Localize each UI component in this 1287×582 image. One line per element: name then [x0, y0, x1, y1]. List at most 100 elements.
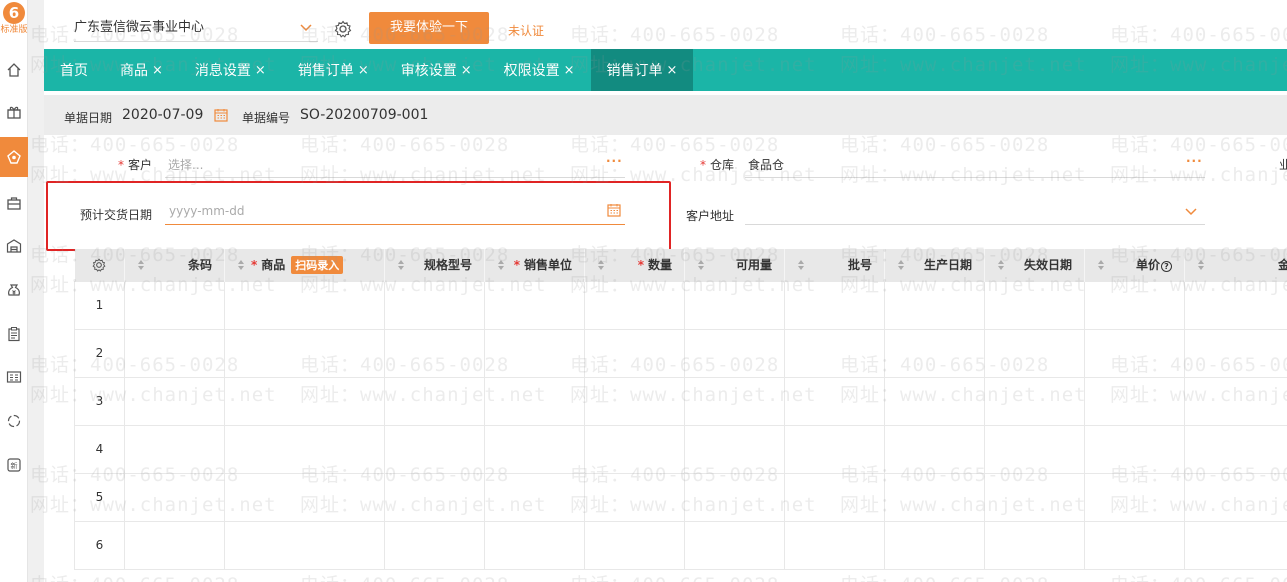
grid-cell[interactable] [984, 328, 1085, 378]
column-header-9[interactable]: 单价? [1084, 249, 1185, 281]
grid-cell[interactable] [1084, 376, 1185, 426]
grid-cell[interactable] [784, 472, 885, 522]
tab-1[interactable]: 商品 × [104, 49, 179, 91]
grid-cell[interactable] [384, 424, 485, 474]
grid-cell[interactable] [984, 472, 1085, 522]
grid-cell[interactable] [384, 472, 485, 522]
grid-cell[interactable] [124, 472, 225, 522]
calendar-icon[interactable] [214, 108, 228, 122]
grid-cell[interactable] [1184, 328, 1287, 378]
grid-cell[interactable] [784, 376, 885, 426]
column-header-0[interactable]: 条码 [124, 249, 225, 281]
sort-icon[interactable] [697, 259, 705, 271]
grid-cell[interactable] [684, 472, 785, 522]
sidebar-item-archive[interactable] [0, 357, 28, 397]
grid-cell[interactable] [884, 472, 985, 522]
company-select[interactable]: 广东壹信微云事业中心 [74, 14, 318, 42]
grid-cell[interactable] [584, 424, 685, 474]
grid-cell[interactable] [1084, 520, 1185, 570]
grid-cell[interactable] [124, 376, 225, 426]
sidebar-item-report[interactable] [0, 314, 28, 354]
grid-cell[interactable] [1184, 280, 1287, 330]
gear-icon[interactable] [334, 20, 352, 38]
grid-cell[interactable] [984, 376, 1085, 426]
grid-cell[interactable] [1184, 424, 1287, 474]
tab-5[interactable]: 权限设置 × [488, 49, 591, 91]
sidebar-item-home[interactable] [0, 50, 28, 90]
column-header-3[interactable]: * 销售单位 [484, 249, 585, 281]
column-header-10[interactable]: 金额 [1184, 249, 1287, 281]
grid-cell[interactable] [484, 520, 585, 570]
sidebar-item-finance[interactable] [0, 270, 28, 310]
sort-icon[interactable] [897, 259, 905, 271]
grid-cell[interactable] [984, 280, 1085, 330]
sort-icon[interactable] [597, 259, 605, 271]
grid-cell[interactable] [584, 280, 685, 330]
sort-icon[interactable] [1097, 259, 1105, 271]
column-header-4[interactable]: * 数量 [584, 249, 685, 281]
column-header-1[interactable]: * 商品 扫码录入 [224, 249, 385, 281]
grid-cell[interactable] [384, 328, 485, 378]
grid-cell[interactable] [124, 280, 225, 330]
grid-cell[interactable] [384, 520, 485, 570]
grid-cell[interactable] [884, 328, 985, 378]
grid-cell[interactable] [484, 424, 585, 474]
date-value[interactable]: 2020-07-09 [122, 107, 203, 123]
grid-cell[interactable] [884, 280, 985, 330]
grid-cell[interactable] [224, 328, 385, 378]
app-logo[interactable]: 6 标准版 [0, 2, 28, 42]
grid-cell[interactable] [224, 520, 385, 570]
close-icon[interactable]: × [152, 63, 163, 78]
warehouse-input[interactable]: 食品仓 [745, 152, 1205, 178]
grid-cell[interactable] [1084, 472, 1185, 522]
sort-icon[interactable] [1197, 259, 1205, 271]
warehouse-more-icon[interactable]: ··· [1186, 154, 1203, 168]
grid-cell[interactable] [784, 520, 885, 570]
sort-icon[interactable] [797, 259, 805, 271]
grid-cell[interactable] [124, 520, 225, 570]
sort-icon[interactable] [997, 259, 1005, 271]
grid-cell[interactable] [1084, 328, 1185, 378]
grid-cell[interactable] [1184, 520, 1287, 570]
grid-cell[interactable] [1084, 280, 1185, 330]
sort-icon[interactable] [137, 259, 145, 271]
grid-cell[interactable] [1184, 472, 1287, 522]
grid-cell[interactable] [584, 472, 685, 522]
customer-more-icon[interactable]: ··· [606, 154, 623, 168]
grid-cell[interactable] [684, 376, 785, 426]
help-icon[interactable]: ? [1161, 261, 1172, 273]
grid-cell[interactable] [984, 424, 1085, 474]
close-icon[interactable]: × [255, 63, 266, 78]
grid-cell[interactable] [784, 424, 885, 474]
grid-cell[interactable] [124, 328, 225, 378]
grid-cell[interactable] [124, 424, 225, 474]
tab-6[interactable]: 销售订单 × [590, 49, 694, 91]
grid-cell[interactable] [224, 280, 385, 330]
customer-input[interactable]: 选择... [165, 152, 625, 178]
sidebar-item-purchase[interactable] [0, 183, 28, 223]
grid-cell[interactable] [784, 280, 885, 330]
column-header-8[interactable]: 失效日期 [984, 249, 1085, 281]
grid-cell[interactable] [584, 328, 685, 378]
sort-icon[interactable] [397, 259, 405, 271]
grid-cell[interactable] [884, 424, 985, 474]
tab-0[interactable]: 首页 [44, 49, 104, 91]
grid-cell[interactable] [884, 520, 985, 570]
sort-icon[interactable] [237, 259, 245, 271]
try-it-button[interactable]: 我要体验一下 [369, 12, 489, 44]
sidebar-item-sales[interactable] [0, 137, 28, 177]
gear-icon[interactable] [92, 258, 106, 272]
grid-cell[interactable] [484, 280, 585, 330]
column-settings[interactable] [74, 249, 125, 281]
close-icon[interactable]: × [667, 63, 678, 78]
grid-cell[interactable] [1184, 376, 1287, 426]
tab-2[interactable]: 消息设置 × [179, 49, 282, 91]
scan-entry-button[interactable]: 扫码录入 [291, 256, 344, 274]
grid-cell[interactable] [684, 520, 785, 570]
sidebar-item-warehouse[interactable] [0, 226, 28, 266]
grid-cell[interactable] [484, 472, 585, 522]
column-header-2[interactable]: 规格型号 [384, 249, 485, 281]
address-select[interactable] [745, 199, 1205, 225]
close-icon[interactable]: × [564, 63, 575, 78]
tab-4[interactable]: 审核设置 × [385, 49, 488, 91]
